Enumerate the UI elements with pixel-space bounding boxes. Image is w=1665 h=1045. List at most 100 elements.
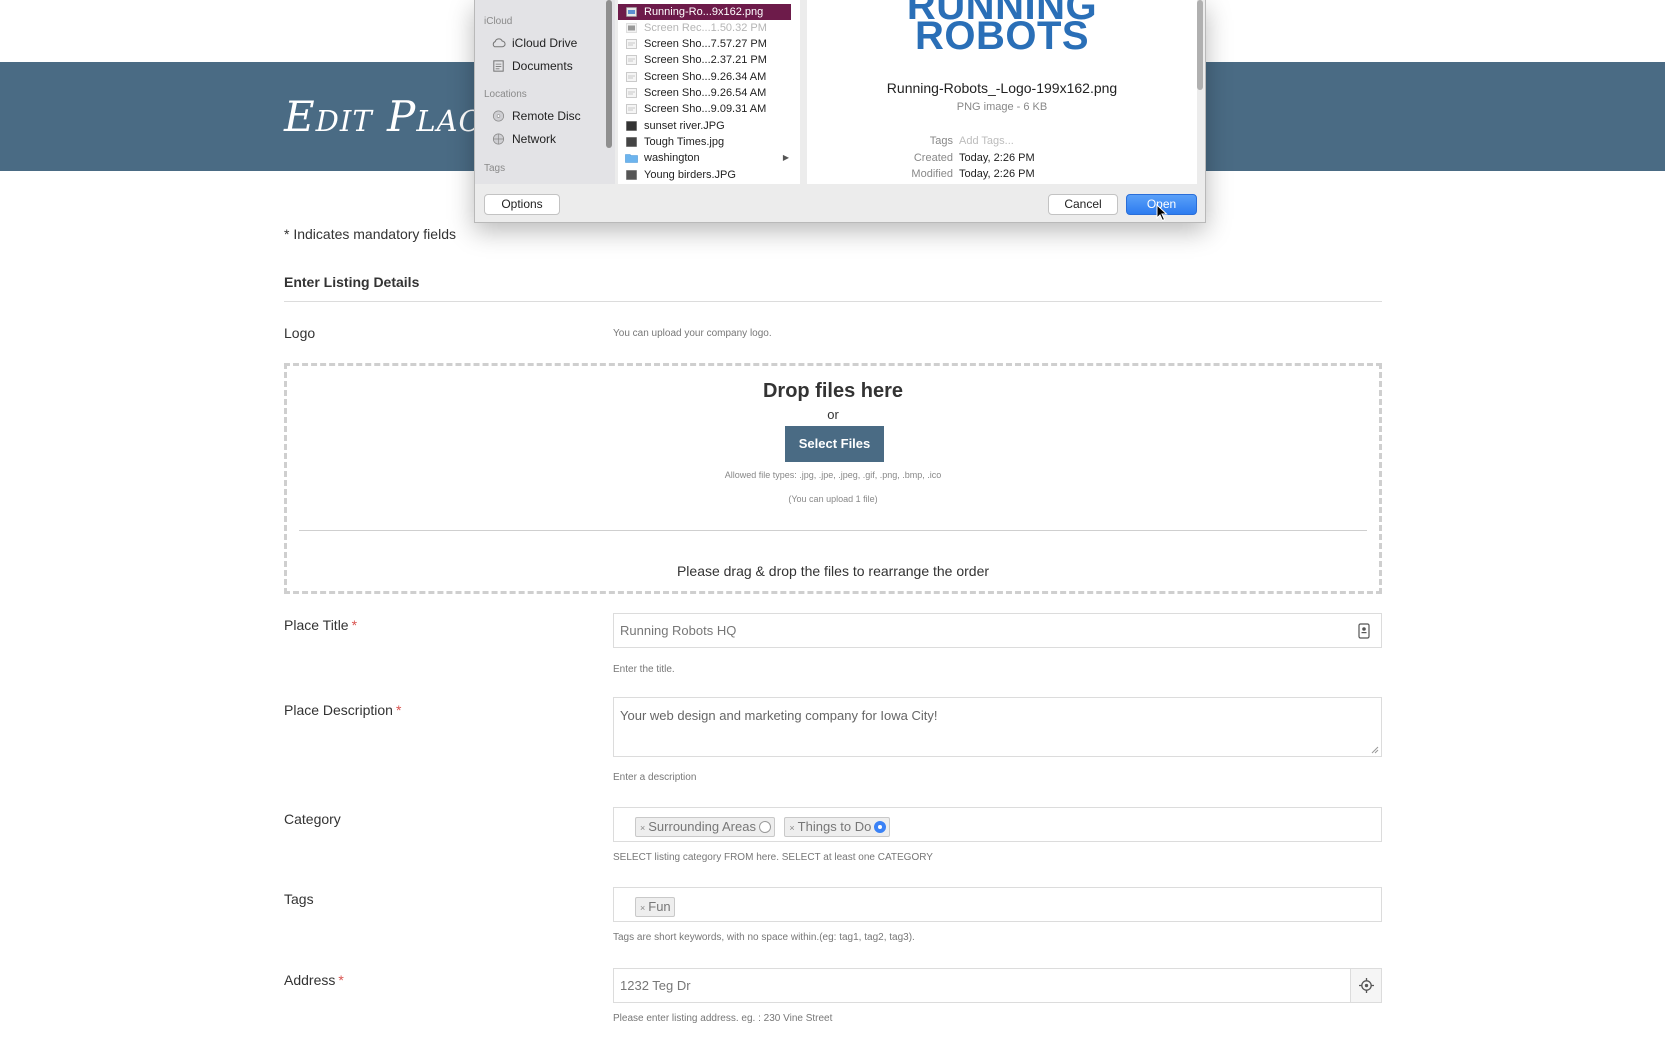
resize-grip-icon[interactable] [1371, 746, 1379, 754]
meta-value: Today, 2:26 PM [959, 168, 1035, 180]
sidebar-heading-tags: Tags [484, 163, 506, 174]
contact-card-icon[interactable] [1357, 623, 1371, 639]
remove-chip-icon[interactable]: × [789, 823, 794, 833]
required-marker: * [338, 972, 344, 988]
place-description-hint: Enter a description [613, 772, 697, 783]
image-file-icon [626, 137, 637, 147]
locate-crosshair-icon [1359, 978, 1374, 993]
address-value: 1232 Teg Dr [620, 978, 691, 993]
file-item[interactable]: Running-Ro...9x162.png [618, 4, 791, 20]
dropzone-divider [299, 530, 1367, 531]
category-select[interactable]: × Surrounding Areas × Things to Do [613, 807, 1382, 842]
place-title-label-text: Place Title [284, 617, 349, 633]
radio-selected-icon[interactable] [874, 821, 887, 833]
screenshot-file-icon [626, 72, 637, 82]
address-input[interactable]: 1232 Teg Dr [613, 968, 1382, 1003]
preview-filename: Running-Robots_-Logo-199x162.png [886, 80, 1118, 96]
sidebar-heading-locations: Locations [484, 89, 527, 100]
file-item[interactable]: Screen Sho...9.26.54 AM [618, 85, 791, 101]
address-label: Address * [284, 972, 344, 988]
screenshot-file-icon [626, 39, 637, 49]
category-hint: SELECT listing category FROM here. SELEC… [613, 852, 933, 863]
file-name: Screen Sho...2.37.21 PM [644, 54, 767, 66]
sidebar-item-label: Documents [512, 59, 573, 73]
category-chip-label: Things to Do [797, 819, 872, 834]
file-name: washington [644, 152, 700, 164]
place-description-label-text: Place Description [284, 702, 393, 718]
required-marker: * [351, 617, 358, 633]
file-item[interactable]: Screen Sho...2.37.21 PM [618, 52, 791, 68]
image-file-icon [626, 7, 637, 17]
sidebar-item-network[interactable]: Network [491, 130, 556, 148]
select-files-button[interactable]: Select Files [785, 426, 884, 462]
radio-icon[interactable] [758, 821, 771, 833]
video-file-icon [626, 23, 637, 33]
file-item[interactable]: Screen Sho...9.09.31 AM [618, 101, 791, 117]
mouse-cursor-icon [1156, 204, 1168, 222]
tags-label: Tags [284, 891, 314, 907]
screenshot-file-icon [626, 104, 637, 114]
remove-chip-icon[interactable]: × [640, 903, 645, 913]
tag-chip[interactable]: × Fun [635, 897, 675, 917]
remove-chip-icon[interactable]: × [640, 823, 645, 833]
cloud-icon [492, 38, 506, 48]
meta-key: Modified [911, 168, 953, 180]
preview-logo-line2: ROBOTS [914, 14, 1090, 58]
disclosure-arrow-icon: ▶ [782, 153, 789, 162]
cancel-button[interactable]: Cancel [1048, 194, 1118, 215]
folder-item[interactable]: washington ▶ [618, 150, 791, 166]
sidebar-item-documents[interactable]: Documents [491, 57, 573, 75]
page-title: Edit Place [284, 92, 504, 141]
file-list: Running-Ro...9x162.png Screen Rec...1.50… [618, 0, 944, 184]
preview-scrollbar[interactable] [1197, 0, 1203, 90]
file-name: Screen Sho...9.09.31 AM [644, 103, 767, 115]
meta-value: Today, 2:26 PM [959, 152, 1035, 164]
logo-dropzone[interactable]: Drop files here or Select Files Allowed … [284, 363, 1382, 594]
dropzone-or: or [827, 407, 839, 422]
place-title-label: Place Title * [284, 617, 357, 633]
screenshot-file-icon [626, 55, 637, 65]
place-description-textarea[interactable]: Your web design and marketing company fo… [613, 697, 1382, 757]
sidebar-item-icloud-drive[interactable]: iCloud Drive [491, 34, 577, 52]
place-title-input[interactable]: Running Robots HQ [613, 613, 1382, 648]
file-name: Running-Ro...9x162.png [644, 6, 764, 18]
tags-input[interactable]: × Fun [613, 887, 1382, 922]
file-item[interactable]: Tough Times.jpg [618, 134, 791, 150]
options-button[interactable]: Options [484, 194, 560, 215]
category-label: Category [284, 811, 341, 827]
sidebar-scrollbar[interactable] [606, 0, 612, 148]
file-preview-pane: RUNNING ROBOTS Running-Robots_-Logo-199x… [807, 0, 1197, 184]
reorder-note: Please drag & drop the files to rearrang… [676, 563, 990, 579]
file-item[interactable]: sunset river.JPG [618, 118, 791, 134]
file-item[interactable]: Screen Sho...9.26.34 AM [618, 69, 791, 85]
globe-icon [492, 133, 505, 145]
file-name: Tough Times.jpg [644, 136, 725, 148]
dropzone-title: Drop files here [762, 380, 904, 402]
address-label-text: Address [284, 972, 336, 988]
screenshot-file-icon [626, 88, 637, 98]
sidebar-item-remote-disc[interactable]: Remote Disc [491, 107, 581, 125]
place-description-label: Place Description * [284, 702, 401, 718]
sidebar-item-label: Remote Disc [512, 109, 581, 123]
logo-hint: You can upload your company logo. [613, 328, 772, 339]
file-name: Screen Sho...9.26.54 AM [644, 87, 767, 99]
place-title-hint: Enter the title. [613, 664, 675, 675]
category-chip[interactable]: × Things to Do [784, 817, 891, 837]
file-item[interactable]: Screen Sho...7.57.27 PM [618, 36, 791, 52]
category-chip[interactable]: × Surrounding Areas [635, 817, 775, 837]
file-item[interactable]: Screen Rec...1.50.32 PM [618, 20, 791, 36]
locate-button[interactable] [1350, 969, 1381, 1002]
file-name: Young birders.JPG [644, 169, 736, 181]
documents-icon [493, 60, 504, 72]
section-heading: Enter Listing Details [284, 274, 420, 290]
tag-chip-label: Fun [648, 899, 671, 914]
add-tags-field[interactable]: Add Tags... [959, 135, 1014, 147]
file-open-dialog: iCloud iCloud Drive Documents Locations … [474, 0, 1206, 223]
file-item[interactable]: Young birders.JPG [618, 167, 791, 183]
logo-label: Logo [284, 325, 316, 341]
folder-icon [625, 154, 638, 163]
allowed-file-types: Allowed file types: .jpg, .jpe, .jpeg, .… [724, 470, 942, 480]
tags-hint: Tags are short keywords, with no space w… [613, 932, 915, 943]
mandatory-note: * Indicates mandatory fields [284, 226, 456, 242]
image-file-icon [626, 121, 637, 131]
